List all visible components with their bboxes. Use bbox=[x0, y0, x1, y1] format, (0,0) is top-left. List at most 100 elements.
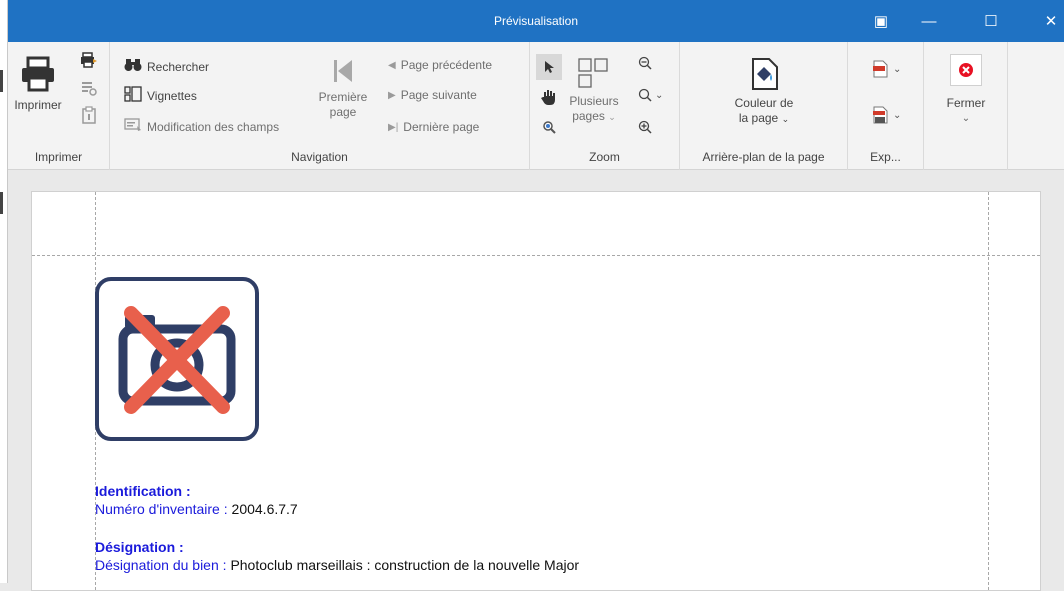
first-page-label-line2: page bbox=[329, 105, 357, 119]
page-setup-button[interactable] bbox=[80, 80, 98, 96]
multiple-pages-button[interactable]: Plusieurs pages ⌄ bbox=[564, 56, 624, 125]
inventory-number-row: Numéro d'inventaire : 2004.6.7.7 bbox=[95, 501, 298, 517]
email-pdf-icon bbox=[873, 106, 888, 124]
multiple-pages-icon bbox=[578, 58, 608, 88]
ribbon: Imprimer Imprimer Rechercher Vignettes M… bbox=[8, 42, 1064, 170]
minimize-icon: — bbox=[921, 12, 937, 30]
maximize-icon: ☐ bbox=[984, 13, 998, 30]
chevron-down-icon: ⌄ bbox=[781, 114, 790, 124]
margin-guide-right bbox=[988, 192, 989, 590]
chevron-down-icon: ⌄ bbox=[608, 112, 616, 122]
close-icon: ✕ bbox=[1044, 13, 1058, 30]
magnifier-icon bbox=[543, 121, 556, 134]
page-color-label-line2: la page ⌄ bbox=[738, 111, 790, 125]
edit-fields-button[interactable]: Modification des champs bbox=[124, 118, 279, 135]
close-preview-button[interactable]: Fermer ⌄ bbox=[936, 54, 996, 126]
page-color-button[interactable]: Couleur de la page ⌄ bbox=[714, 56, 814, 127]
last-page-icon: ▶| bbox=[388, 121, 399, 133]
missing-image-placeholder-icon bbox=[95, 277, 259, 441]
binoculars-icon bbox=[124, 58, 142, 75]
inventory-number-label: Numéro d'inventaire bbox=[95, 501, 220, 517]
left-window-edge bbox=[0, 0, 8, 583]
previous-page-label: Page précédente bbox=[400, 58, 493, 72]
thumbnails-label: Vignettes bbox=[147, 88, 197, 103]
thumbnails-button[interactable]: Vignettes bbox=[124, 86, 197, 105]
paint-bucket-icon bbox=[752, 58, 778, 90]
select-tool-button[interactable] bbox=[536, 54, 562, 80]
zoom-tool-button[interactable] bbox=[542, 120, 556, 134]
field-separator: : bbox=[218, 557, 231, 573]
page-setup-icon bbox=[82, 82, 97, 96]
hand-icon bbox=[541, 90, 555, 105]
identification-heading: Identification : bbox=[95, 483, 191, 499]
zoom-in-button[interactable] bbox=[638, 120, 652, 134]
margin-guide-top bbox=[32, 255, 1040, 256]
thumbnails-icon bbox=[124, 86, 142, 105]
triangle-right-icon: ▶ bbox=[388, 89, 396, 101]
page-color-label-line1: Couleur de bbox=[734, 96, 794, 110]
zoom-out-button[interactable] bbox=[638, 56, 652, 70]
close-window-button[interactable]: ✕ bbox=[1028, 0, 1064, 42]
close-group: Fermer ⌄ bbox=[924, 42, 1008, 170]
close-preview-label: Fermer bbox=[946, 96, 986, 110]
edge-mark bbox=[0, 192, 3, 214]
close-circle-icon bbox=[959, 63, 973, 77]
inventory-number-value: 2004.6.7.7 bbox=[231, 501, 298, 517]
multiple-pages-label-line2: pages ⌄ bbox=[572, 109, 616, 123]
export-group-label: Exp... bbox=[870, 150, 901, 164]
clipboard-button[interactable] bbox=[82, 106, 96, 124]
first-page-label-line1: Première bbox=[318, 90, 368, 104]
email-pdf-button[interactable]: ⌄ bbox=[872, 106, 901, 124]
designation-heading: Désignation : bbox=[95, 539, 184, 555]
zoom-in-icon bbox=[638, 120, 652, 134]
designation-value: Photoclub marseillais : construction de … bbox=[230, 557, 580, 573]
preview-page: Identification : Numéro d'inventaire : 2… bbox=[31, 191, 1041, 591]
edit-fields-icon bbox=[124, 118, 142, 135]
next-page-label: Page suivante bbox=[400, 88, 477, 102]
designation-row: Désignation du bien : Photoclub marseill… bbox=[95, 557, 579, 573]
quick-print-icon bbox=[81, 52, 97, 68]
search-button[interactable]: Rechercher bbox=[124, 58, 209, 75]
page-background-group-label: Arrière-plan de la page bbox=[702, 150, 825, 164]
hand-tool-button[interactable] bbox=[540, 88, 558, 106]
last-page-button[interactable]: ▶| Dernière page bbox=[388, 120, 479, 134]
next-page-button[interactable]: ▶ Page suivante bbox=[388, 88, 477, 102]
chevron-down-icon: ⌄ bbox=[961, 113, 971, 124]
edit-fields-label: Modification des champs bbox=[147, 119, 280, 134]
field-separator: : bbox=[219, 501, 232, 517]
last-page-label: Dernière page bbox=[403, 120, 480, 134]
chevron-down-icon: ⌄ bbox=[655, 89, 664, 101]
preview-area[interactable]: Identification : Numéro d'inventaire : 2… bbox=[8, 171, 1064, 591]
page-background-group: Couleur de la page ⌄ Arrière-plan de la … bbox=[680, 42, 848, 170]
close-preview-icon-frame bbox=[950, 54, 982, 86]
previous-page-button[interactable]: ◀ Page précédente bbox=[388, 58, 492, 72]
first-page-button[interactable]: Première page bbox=[318, 56, 368, 120]
print-group-label: Imprimer bbox=[34, 150, 83, 164]
navigation-group-label: Navigation bbox=[291, 150, 348, 164]
triangle-left-icon: ◀ bbox=[388, 59, 396, 71]
export-pdf-button[interactable]: ⌄ bbox=[872, 60, 901, 78]
chevron-down-icon: ⌄ bbox=[893, 63, 902, 75]
export-group: ⌄ ⌄ Exp... bbox=[848, 42, 924, 170]
minimize-button[interactable]: — bbox=[906, 0, 952, 42]
maximize-button[interactable]: ☐ bbox=[968, 0, 1014, 42]
navigation-group: Rechercher Vignettes Modification des ch… bbox=[110, 42, 530, 170]
print-label: Imprimer bbox=[14, 98, 62, 112]
edge-mark bbox=[0, 70, 3, 92]
zoom-icon bbox=[638, 88, 652, 102]
zoom-out-icon bbox=[638, 56, 652, 70]
first-page-icon bbox=[334, 60, 352, 82]
pointer-icon bbox=[545, 61, 554, 73]
printer-icon bbox=[22, 56, 54, 92]
zoom-group: Plusieurs pages ⌄ ⌄ Zoom bbox=[530, 42, 680, 170]
zoom-dropdown-button[interactable]: ⌄ bbox=[638, 88, 663, 102]
print-group: Imprimer Imprimer bbox=[8, 42, 110, 170]
designation-label: Désignation du bien bbox=[95, 557, 219, 573]
multiple-pages-label-line1: Plusieurs bbox=[569, 94, 619, 108]
restore-icon: ▣ bbox=[873, 13, 889, 30]
chevron-down-icon: ⌄ bbox=[893, 109, 902, 121]
restore-layout-button[interactable]: ▣ bbox=[858, 0, 904, 42]
print-button[interactable]: Imprimer bbox=[12, 54, 64, 113]
zoom-group-label: Zoom bbox=[589, 150, 620, 164]
quick-print-button[interactable] bbox=[80, 52, 98, 68]
